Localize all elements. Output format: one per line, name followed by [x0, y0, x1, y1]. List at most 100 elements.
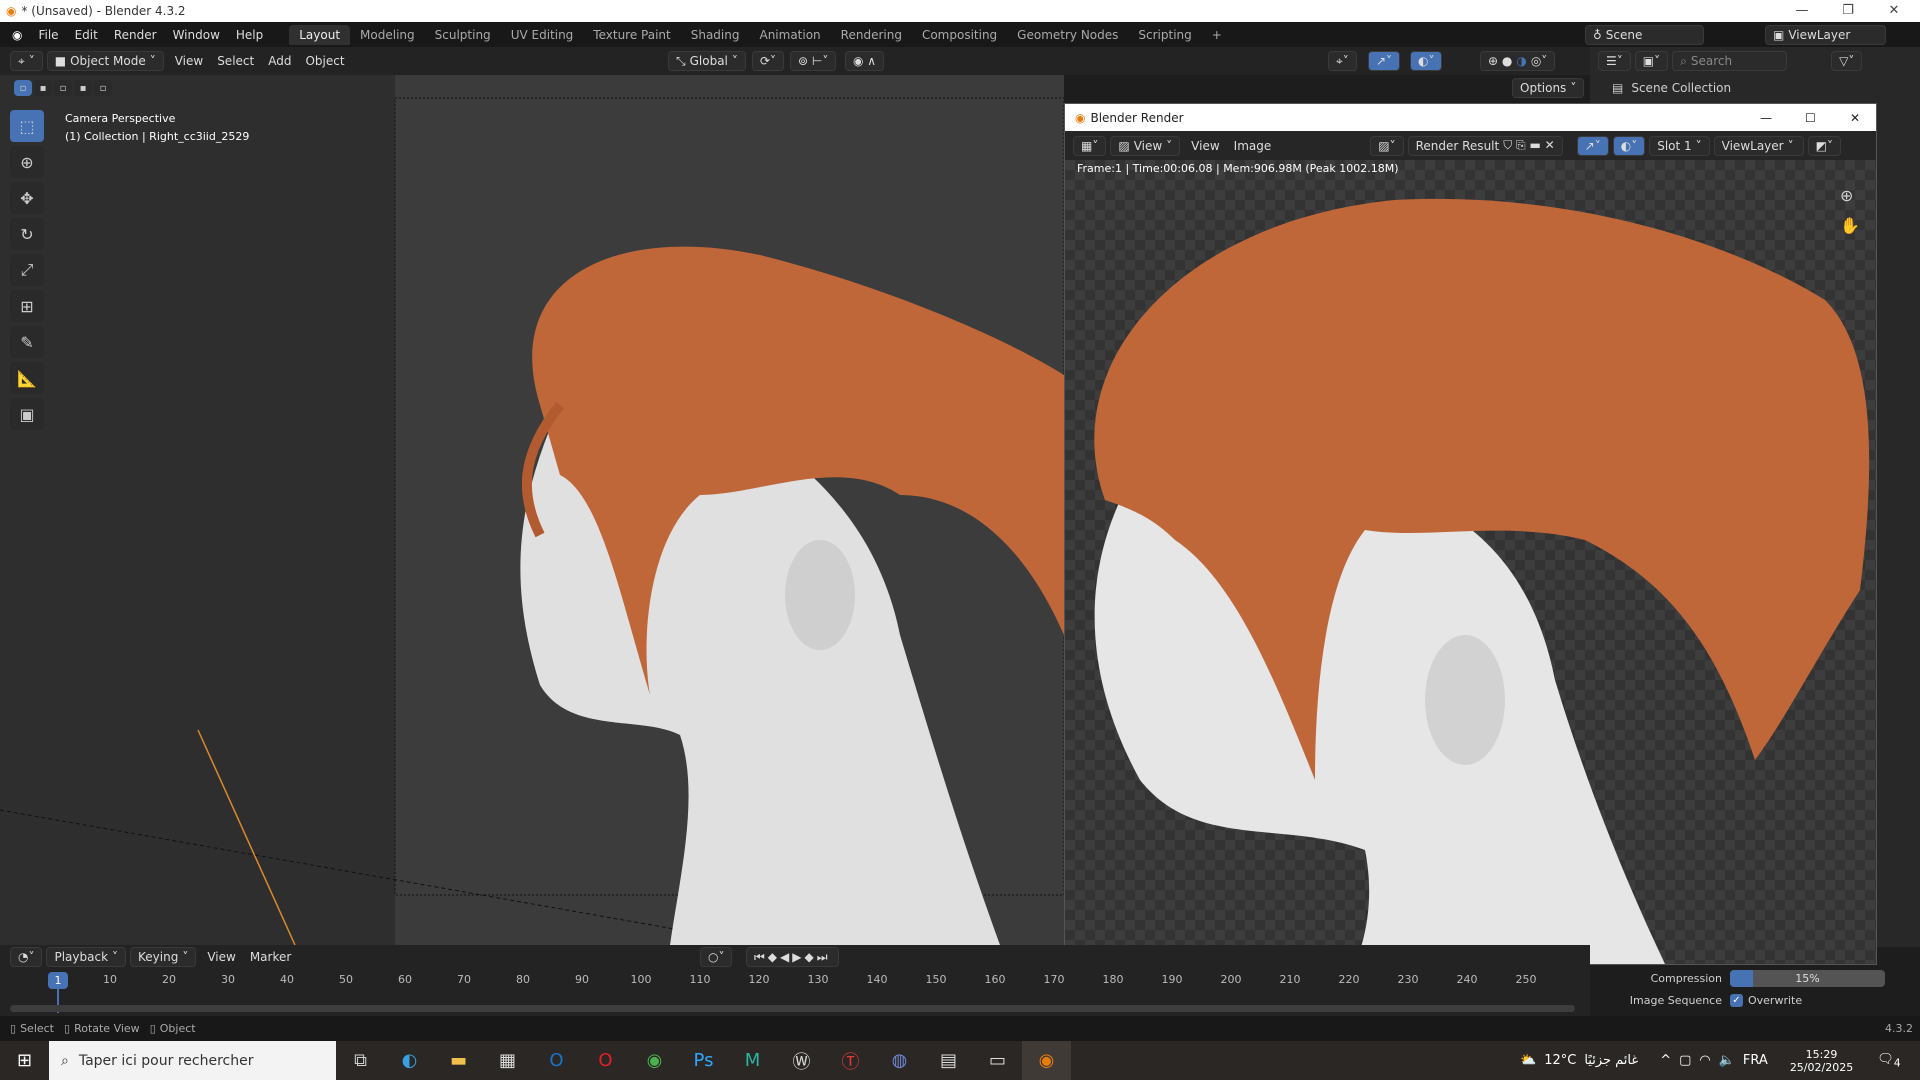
blender-taskbar-icon[interactable]: ◉	[1022, 1041, 1071, 1080]
measure-icon[interactable]: 📐	[10, 362, 44, 394]
image-editor-type-button[interactable]: ▦˅	[1073, 135, 1107, 156]
add-cube-icon[interactable]: ▣	[10, 398, 44, 430]
3d-viewport[interactable]: Camera Perspective (1) Collection | Righ…	[0, 75, 1064, 945]
playback-controls[interactable]: ⏮◆◀▶◆⏭	[746, 947, 839, 967]
opera-icon[interactable]: O	[581, 1041, 630, 1080]
tab-scripting[interactable]: Scripting	[1128, 25, 1201, 45]
image-name-field[interactable]: Render Result ⛉ ⎘ ▬ ✕	[1407, 135, 1563, 156]
proportional-edit-toggle[interactable]: ◉ ∧	[845, 51, 885, 71]
gizmo-toggle[interactable]: ⌖˅	[1328, 51, 1357, 71]
discord-icon[interactable]: ◍	[875, 1041, 924, 1080]
tab-layout[interactable]: Layout	[289, 24, 351, 45]
menu-edit[interactable]: Edit	[67, 28, 106, 42]
display-mode-button[interactable]: ☰˅	[1598, 51, 1631, 71]
slot-selector[interactable]: Slot 1 ˅	[1649, 135, 1710, 156]
zoom-icon[interactable]: ⊕	[1840, 186, 1853, 205]
overlay-toggle[interactable]: ↗˅	[1368, 51, 1401, 71]
tab-sculpting[interactable]: Sculpting	[425, 25, 501, 45]
chrome-icon[interactable]: ◉	[630, 1041, 679, 1080]
snap-toggle[interactable]: ⊚ ⊢˅	[790, 51, 837, 71]
select-subtract-icon[interactable]: ▫	[54, 80, 72, 96]
select-invert-icon[interactable]: ▪	[74, 80, 92, 96]
select-extend-icon[interactable]: ▪	[34, 80, 52, 96]
current-frame-indicator[interactable]: 1	[48, 972, 68, 989]
playback-menu[interactable]: Playback ˅	[46, 947, 127, 967]
tab-compositing[interactable]: Compositing	[912, 25, 1007, 45]
outlook-icon[interactable]: O	[532, 1041, 581, 1080]
calculator-icon[interactable]: ▤	[924, 1041, 973, 1080]
timeline-scrollbar[interactable]	[10, 1005, 1575, 1012]
pan-hand-icon[interactable]: ✋	[1840, 216, 1860, 235]
maya-icon[interactable]: M	[728, 1041, 777, 1080]
scene-collection-row[interactable]: ▤ Scene Collection	[1590, 75, 1920, 101]
menu-file[interactable]: File	[30, 28, 66, 42]
outliner-search-input[interactable]: ⌕ Search	[1672, 51, 1788, 71]
tab-geometry-nodes[interactable]: Geometry Nodes	[1007, 25, 1128, 45]
menu-window[interactable]: Window	[165, 28, 228, 42]
t-app-icon[interactable]: Ⓣ	[826, 1041, 875, 1080]
windows-start-icon[interactable]: ⊞	[0, 1041, 49, 1080]
select-intersect-icon[interactable]: ▫	[94, 80, 112, 96]
keying-menu[interactable]: Keying ˅	[130, 947, 197, 967]
camera-tray-icon[interactable]: ▢	[1679, 1053, 1691, 1068]
restore-button[interactable]: ❐	[1826, 0, 1870, 22]
cursor-icon[interactable]: ⊕	[10, 146, 44, 178]
timeline-editor-type[interactable]: ◔˅	[10, 947, 43, 967]
image-gizmo-toggle[interactable]: ◐˅	[1612, 135, 1646, 156]
options-button[interactable]: Options ˅	[1512, 78, 1585, 98]
tab-animation[interactable]: Animation	[749, 25, 830, 45]
viewport-menu-object[interactable]: Object	[298, 54, 351, 68]
mode-selector[interactable]: ■ Object Mode ˅	[46, 51, 164, 71]
annotate-icon[interactable]: ✎	[10, 326, 44, 358]
store-icon[interactable]: ▦	[483, 1041, 532, 1080]
transform-icon[interactable]: ⊞	[10, 290, 44, 322]
tab-modeling[interactable]: Modeling	[350, 25, 425, 45]
layer-selector[interactable]: ViewLayer ˅	[1713, 135, 1804, 156]
viewlayer-selector[interactable]: ▣ ViewLayer	[1765, 24, 1887, 45]
file-explorer-icon[interactable]: ▬	[434, 1041, 483, 1080]
editor-type-button[interactable]: ⌖ ˅	[10, 51, 43, 71]
tab-rendering[interactable]: Rendering	[831, 25, 912, 45]
frame-ruler[interactable]: 10 20 30 40 50 60 70 80 90 100 110 120 130 140 150 160 1…	[0, 973, 1580, 991]
weather-temp[interactable]: 12°C	[1544, 1053, 1576, 1068]
render-maximize-button[interactable]: ☐	[1805, 111, 1816, 125]
menu-render[interactable]: Render	[106, 28, 165, 42]
viewport-menu-select[interactable]: Select	[210, 54, 261, 68]
orientation-selector[interactable]: ⤡ Global ˅	[668, 51, 746, 71]
pivot-selector[interactable]: ⟳˅	[752, 51, 785, 71]
rotate-icon[interactable]: ↻	[10, 218, 44, 250]
filter-view-button[interactable]: ▣˅	[1634, 51, 1669, 71]
language-indicator[interactable]: FRA	[1743, 1053, 1768, 1068]
tray-chevron-icon[interactable]: ^	[1660, 1053, 1671, 1068]
edge-icon[interactable]: ◐	[385, 1041, 434, 1080]
tab-texture-paint[interactable]: Texture Paint	[583, 25, 680, 45]
add-workspace-button[interactable]: +	[1202, 25, 1232, 45]
wacom-icon[interactable]: Ⓦ	[777, 1041, 826, 1080]
xray-toggle[interactable]: ◐˅	[1410, 51, 1443, 71]
view-mode-selector[interactable]: ▨ View ˅	[1110, 135, 1181, 156]
move-icon[interactable]: ✥	[10, 182, 44, 214]
viewport-menu-add[interactable]: Add	[261, 54, 298, 68]
scene-selector[interactable]: ♁ Scene	[1585, 24, 1704, 45]
taskbar-search[interactable]: ⌕ Taper ici pour rechercher	[49, 1041, 336, 1080]
display-channels-button[interactable]: ◩˅	[1807, 135, 1841, 156]
viewport-menu-view[interactable]: View	[168, 54, 210, 68]
render-close-button[interactable]: ✕	[1850, 111, 1860, 125]
scale-icon[interactable]: ⤢	[10, 254, 44, 286]
overwrite-checkbox[interactable]: ✓	[1730, 993, 1743, 1007]
volume-icon[interactable]: 🔈	[1719, 1053, 1735, 1068]
select-new-icon[interactable]: ▫	[14, 80, 32, 96]
clock[interactable]: 15:29 25/02/2025	[1790, 1048, 1853, 1074]
timeline-menu-view[interactable]: View	[200, 950, 242, 964]
tab-shading[interactable]: Shading	[681, 25, 750, 45]
image-browse-button[interactable]: ▨˅	[1370, 135, 1404, 156]
weather-text[interactable]: غائم جزئيًا	[1584, 1053, 1638, 1068]
render-result-image[interactable]: Frame:1 | Time:00:06.08 | Mem:906.98M (P…	[1065, 160, 1876, 964]
menu-help[interactable]: Help	[228, 28, 271, 42]
blender-menu-icon[interactable]: ◉	[0, 28, 30, 42]
app-window-icon[interactable]: ▭	[973, 1041, 1022, 1080]
filter-button[interactable]: ▽˅	[1831, 51, 1863, 71]
image-menu-view[interactable]: View	[1184, 139, 1226, 153]
image-menu-image[interactable]: Image	[1227, 139, 1279, 153]
shading-modes[interactable]: ⊕ ● ◑ ◎˅	[1480, 51, 1556, 71]
